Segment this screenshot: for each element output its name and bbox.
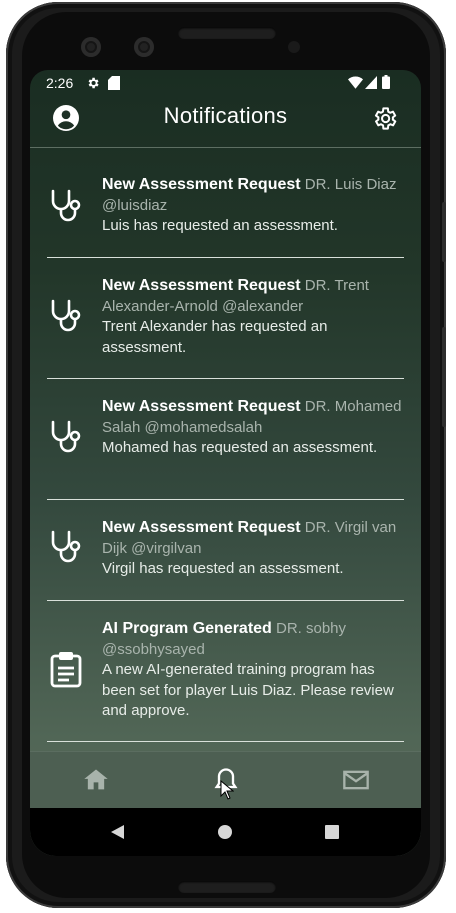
notification-body: Trent Alexander has requested an assessm… (102, 318, 328, 356)
notification-body: Virgil has requested an assessment. (102, 560, 344, 577)
mail-icon[interactable] (342, 766, 370, 794)
notification-item[interactable]: New Assessment Request DR. Trent Alexand… (47, 258, 404, 379)
page-title: Notifications (163, 103, 288, 128)
earpiece-speaker (178, 27, 276, 39)
bottom-speaker (178, 881, 276, 893)
battery-icon (382, 75, 390, 89)
front-camera-icon (81, 37, 101, 57)
notification-item[interactable]: New Assessment Request DR. Virgil van Di… (47, 500, 404, 601)
power-button (442, 327, 446, 427)
gear-icon (88, 77, 99, 89)
app-screen: 2:26 Notifications New Assessment Reques… (30, 70, 421, 856)
notification-item[interactable]: New Assessment Request DR. Mohamed Salah… (47, 379, 404, 500)
signal-icon (365, 76, 377, 89)
stethoscope-icon (51, 530, 81, 563)
notification-title: New Assessment Request (102, 519, 301, 536)
recents-icon[interactable] (325, 825, 339, 839)
notification-item[interactable]: AI Program Generated DR. sobhy @ssobhysa… (47, 601, 404, 742)
notification-body: A new AI-generated training program has … (102, 661, 394, 719)
home-icon[interactable] (82, 766, 110, 794)
status-time: 2:26 (46, 75, 74, 91)
notification-title: New Assessment Request (102, 398, 301, 415)
sd-card-icon (108, 76, 120, 90)
wifi-icon (348, 76, 363, 89)
notification-body: Luis has requested an assessment. (102, 217, 338, 234)
status-bar: 2:26 (30, 70, 421, 96)
stethoscope-icon (51, 420, 81, 453)
app-bar: Notifications (30, 96, 421, 148)
home-circle-icon[interactable] (218, 825, 232, 839)
settings-icon[interactable] (371, 105, 398, 132)
notification-title: New Assessment Request (102, 176, 301, 193)
notification-title: AI Program Generated (102, 620, 272, 637)
front-sensor-icon (134, 37, 154, 57)
bottom-navigation (30, 751, 421, 809)
notification-item[interactable]: New Assessment Request DR. Luis Diaz @lu… (47, 148, 404, 258)
clipboard-icon (50, 652, 82, 688)
system-navigation-bar (30, 808, 421, 856)
back-icon[interactable] (111, 825, 124, 839)
notification-body: Mohamed has requested an assessment. (102, 439, 378, 456)
notification-list: New Assessment Request DR. Luis Diaz @lu… (30, 148, 421, 742)
volume-button (442, 202, 446, 262)
proximity-sensor-icon (288, 41, 300, 53)
stethoscope-icon (51, 189, 81, 222)
mouse-cursor-icon (220, 780, 234, 800)
notification-title: New Assessment Request (102, 277, 301, 294)
stethoscope-icon (51, 299, 81, 332)
